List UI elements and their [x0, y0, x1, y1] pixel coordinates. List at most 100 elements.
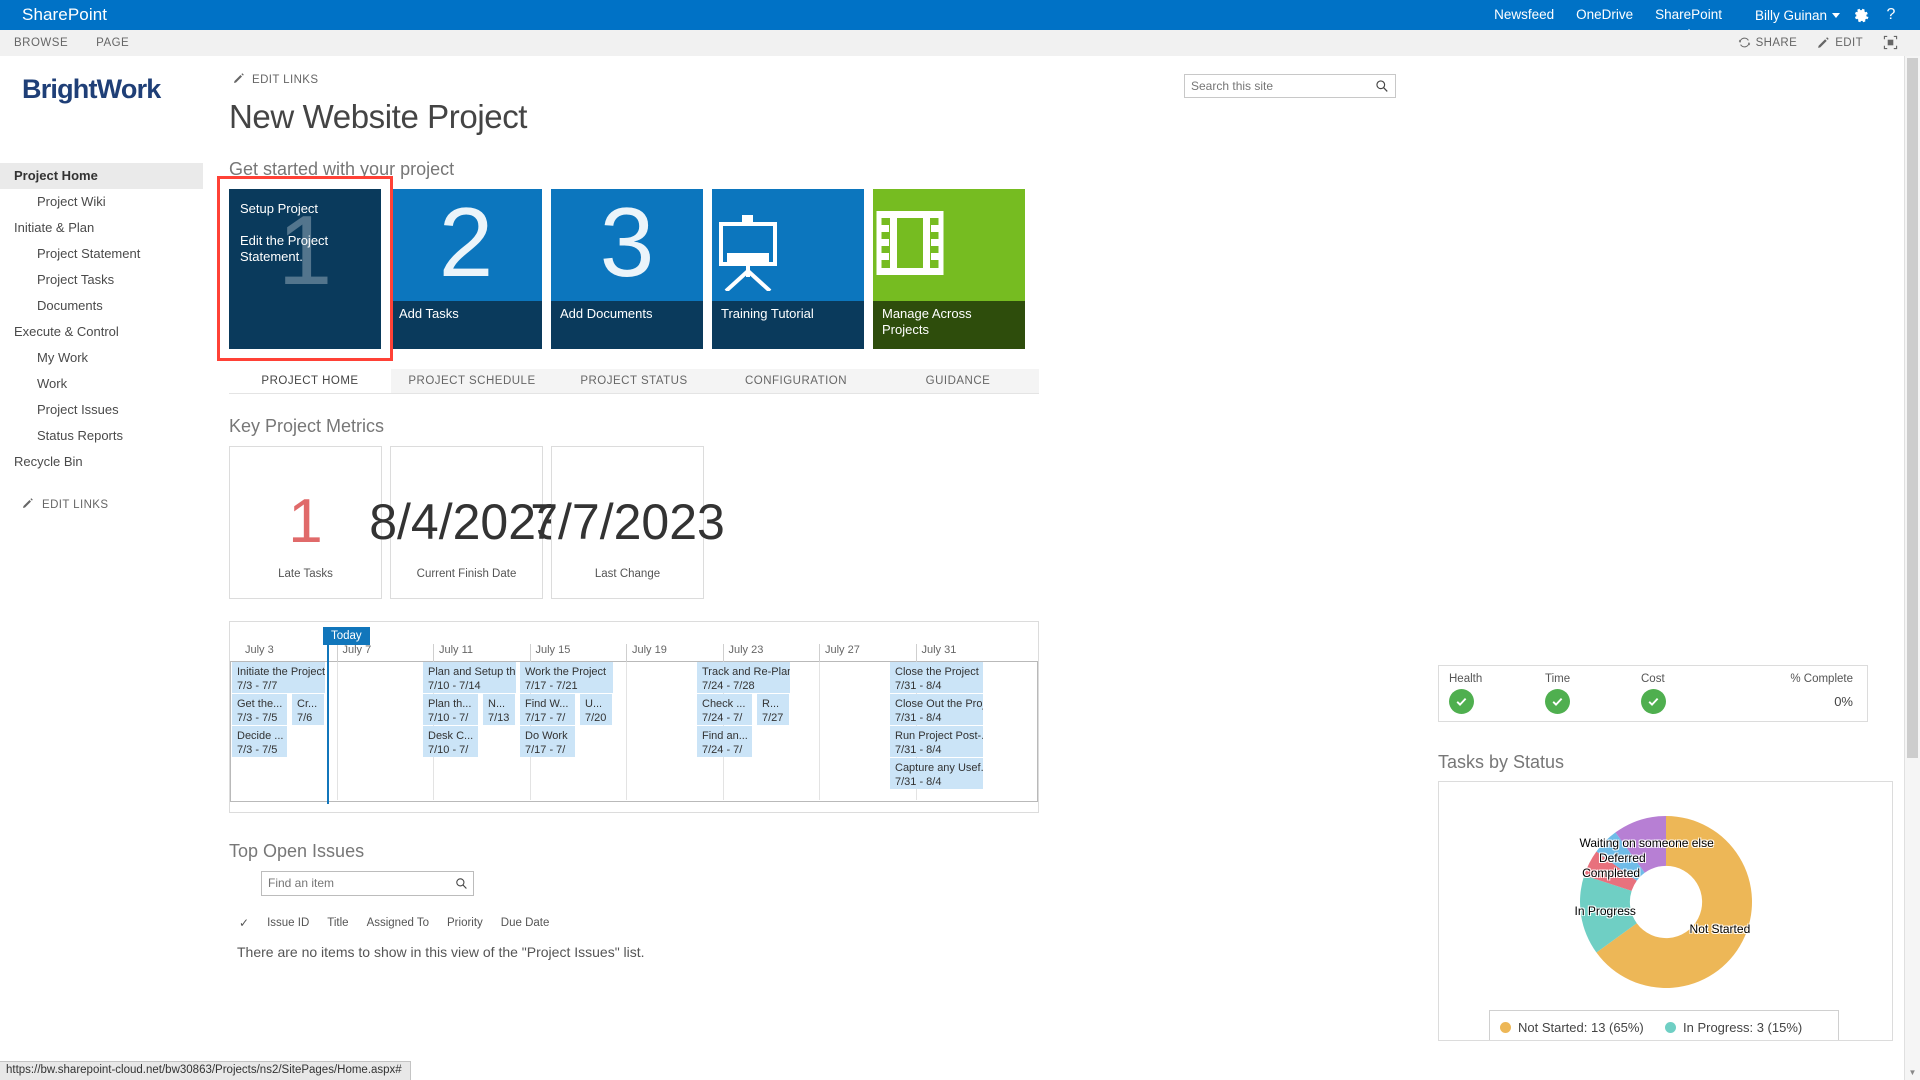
gantt-task-bar[interactable]: R... 7/27 — [757, 693, 789, 725]
gantt-task-dates: 7/31 - 8/4 — [895, 679, 942, 692]
gantt-task-bar[interactable]: Do Work 7/17 - 7/ — [520, 725, 575, 757]
gantt-task-bar[interactable]: Check ... 7/24 - 7/ — [697, 693, 752, 725]
metric-card-current-finish-date[interactable]: 8/4/2023 Current Finish Date — [369, 445, 564, 599]
search-icon[interactable] — [1369, 79, 1395, 93]
gantt-task-bar[interactable]: Close the Project 7/31 - 8/4 — [890, 661, 983, 693]
scrollbar-thumb[interactable] — [1907, 58, 1918, 758]
tile-add-documents[interactable]: 3 Add Documents — [551, 188, 703, 349]
gantt-task-bar[interactable]: N... 7/13 — [483, 693, 515, 725]
tab-configuration[interactable]: CONFIGURATION — [715, 369, 877, 393]
gantt-task-bar[interactable]: Track and Re-Plan...7/24 - 7/28 — [697, 661, 790, 693]
sidebar-item-initiate-and-plan[interactable]: Initiate & Plan — [0, 215, 203, 241]
tile-add-tasks[interactable]: 2 Add Tasks — [390, 188, 542, 349]
gantt-task-bar[interactable]: Get the... 7/3 - 7/5 — [232, 693, 287, 725]
find-an-item-input[interactable] — [262, 876, 449, 891]
gantt-task-name: Work the Project — [525, 665, 607, 678]
gantt-task-bar[interactable]: Plan th... 7/10 - 7/ — [423, 693, 478, 725]
gantt-task-dates: 7/10 - 7/14 — [428, 679, 481, 692]
tile-setup-project[interactable]: 1 Setup Project Edit the Project Stateme… — [229, 188, 381, 349]
scroll-down-arrow-icon[interactable]: ▼ — [1905, 1064, 1920, 1080]
legend-label: In Progress: 3 (15%) — [1683, 1020, 1803, 1035]
select-all-checkmark-icon[interactable]: ✓ — [239, 916, 249, 930]
gantt-task-name: Cr... — [297, 697, 318, 710]
pencil-icon — [1817, 36, 1830, 49]
column-header-title[interactable]: Title — [327, 917, 348, 929]
ribbon-tab-page[interactable]: PAGE — [82, 30, 143, 56]
gantt-axis: July 3 July 7 July 11 July 15 July 19 July 23… — [230, 643, 1038, 662]
tab-project-schedule[interactable]: PROJECT SCHEDULE — [391, 369, 553, 393]
gantt-task-bar[interactable]: Plan and Setup th... 7/10 - 7/14 — [423, 661, 516, 693]
issues-search-box[interactable] — [261, 870, 474, 896]
tile-art: 2 — [390, 188, 542, 301]
column-header-priority[interactable]: Priority — [447, 917, 483, 929]
tab-guidance[interactable]: GUIDANCE — [877, 369, 1039, 393]
gantt-axis-tick: July 3 — [245, 643, 274, 656]
sidebar-item-status-reports[interactable]: Status Reports — [0, 423, 203, 449]
gantt-task-name: Do Work — [525, 729, 568, 742]
sidebar-item-project-statement[interactable]: Project Statement — [0, 241, 203, 267]
gantt-task-bar[interactable]: Cr... 7/6 — [292, 693, 324, 725]
ribbon-actions: SHARE EDIT — [1730, 35, 1920, 50]
gantt-task-bar[interactable]: U... 7/20 — [580, 693, 612, 725]
gantt-task-bar[interactable]: Find W... 7/17 - 7/ — [520, 693, 575, 725]
sidebar-item-documents[interactable]: Documents — [0, 293, 203, 319]
gear-icon[interactable] — [1846, 0, 1876, 30]
issues-column-headers: ✓ Issue ID Title Assigned To Priority Du… — [239, 916, 1039, 930]
key-project-metrics: 1 Late Tasks 8/4/2023 Current Finish Dat… — [229, 445, 1430, 599]
tab-project-status[interactable]: PROJECT STATUS — [553, 369, 715, 393]
edit-button[interactable]: EDIT — [1809, 36, 1871, 49]
sidebar-item-project-tasks[interactable]: Project Tasks — [0, 267, 203, 293]
gantt-task-bar[interactable]: Work the Project 7/17 - 7/21 — [520, 661, 613, 693]
sidebar-edit-links-button[interactable]: EDIT LINKS — [0, 497, 203, 512]
tasks-by-status-chart[interactable]: Not Started In Progress Completed Deferred W… — [1438, 781, 1893, 1041]
right-panel: Health Time Cost % Complete 0% Tasks by … — [1430, 56, 1920, 1080]
metric-card-last-change[interactable]: 7/7/2023 Last Change — [530, 445, 725, 599]
share-button[interactable]: SHARE — [1730, 36, 1806, 49]
suitebar-link-onedrive[interactable]: OneDrive — [1565, 0, 1644, 30]
column-header-assigned-to[interactable]: Assigned To — [367, 917, 429, 929]
column-header-issue-id[interactable]: Issue ID — [267, 917, 309, 929]
gantt-task-bar[interactable]: Close Out the Proj...7/31 - 8/4 — [890, 693, 983, 725]
tile-training-tutorial[interactable]: Training Tutorial — [712, 188, 864, 349]
user-menu[interactable]: Billy Guinan — [1733, 8, 1846, 23]
column-header-due-date[interactable]: Due Date — [501, 917, 550, 929]
question-icon[interactable]: ? — [1876, 0, 1906, 30]
gantt-chart[interactable]: Today July 3 July 7 July 11 July 15 July 19 J… — [229, 620, 1039, 813]
tile-manage-across-projects[interactable]: Manage Across Projects — [873, 188, 1025, 349]
tile-label-manage-across-projects: Manage Across Projects — [882, 305, 972, 337]
tile-hover-title: Setup Project — [240, 200, 319, 216]
gantt-task-bar[interactable]: Initiate the Project 7/3 - 7/7 — [232, 661, 325, 693]
status-header-health: Health — [1449, 673, 1483, 685]
gantt-task-name: Find W... — [525, 697, 569, 710]
sidebar-item-project-wiki[interactable]: Project Wiki — [0, 189, 203, 215]
legend-item: Completed: 1 (5%) — [1500, 1038, 1665, 1040]
status-header-time: Time — [1545, 673, 1571, 685]
suitebar-link-sharepoint[interactable]: SharePoint — [1644, 0, 1733, 35]
site-search-box[interactable] — [1184, 74, 1396, 98]
tile-label-add-tasks: Add Tasks — [399, 305, 459, 321]
sidebar-item-my-work[interactable]: My Work — [0, 345, 203, 371]
ribbon-tab-browse[interactable]: BROWSE — [0, 30, 82, 56]
vertical-scrollbar[interactable]: ▲ ▼ — [1904, 56, 1920, 1080]
sidebar-item-recycle-bin[interactable]: Recycle Bin — [0, 449, 203, 475]
gantt-task-bar[interactable]: Find an... 7/24 - 7/ — [697, 725, 752, 757]
suitebar-link-newsfeed[interactable]: Newsfeed — [1483, 0, 1565, 30]
gantt-task-bar[interactable]: Run Project Post-... 7/31 - 8/4 — [890, 725, 983, 757]
donut-slice-label: Waiting on someone else — [1579, 835, 1714, 850]
sharepoint-brand[interactable]: SharePoint — [0, 5, 107, 25]
gantt-task-bar[interactable]: Capture any Usef... 7/31 - 8/4 — [890, 757, 983, 789]
tab-project-home[interactable]: PROJECT HOME — [229, 368, 391, 393]
metric-card-late-tasks[interactable]: 1 Late Tasks — [229, 445, 382, 599]
search-input[interactable] — [1185, 79, 1369, 93]
check-circle-icon — [1641, 689, 1666, 714]
sidebar-item-project-issues[interactable]: Project Issues — [0, 397, 203, 423]
donut-svg — [1579, 816, 1752, 988]
gantt-task-bar[interactable]: Desk C... 7/10 - 7/ — [423, 725, 478, 757]
search-icon[interactable] — [449, 877, 473, 890]
sidebar-item-work[interactable]: Work — [0, 371, 203, 397]
focus-on-content-button[interactable] — [1875, 35, 1906, 50]
sidebar-item-execute-and-control[interactable]: Execute & Control — [0, 319, 203, 345]
share-label: SHARE — [1755, 36, 1798, 49]
gantt-task-bar[interactable]: Decide ... 7/3 - 7/5 — [232, 725, 287, 757]
sidebar-item-project-home[interactable]: Project Home — [0, 163, 203, 189]
